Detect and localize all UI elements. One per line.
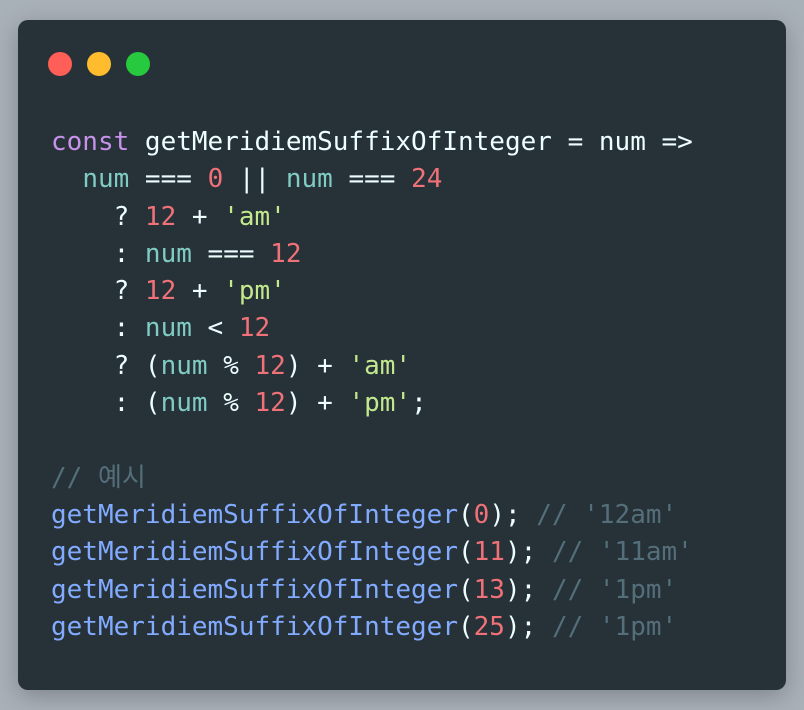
code-token: ( (458, 499, 474, 530)
code-token: : (51, 313, 145, 344)
code-line: : num === 12 (51, 236, 693, 273)
code-token: ( (458, 574, 474, 605)
code-line: ? 12 + 'am' (51, 199, 693, 236)
code-token: 0 (473, 499, 490, 530)
code-window: const getMeridiemSuffixOfInteger = num =… (18, 20, 786, 690)
code-token: ? ( (51, 350, 161, 381)
code-token: num (285, 164, 333, 195)
code-token: % (207, 350, 255, 381)
code-line: : (num % 12) + 'pm'; (51, 385, 693, 422)
code-token: < (191, 313, 239, 344)
code-token: 0 (207, 164, 224, 195)
code-token: ); (504, 574, 552, 605)
code-token: 11 (473, 537, 505, 568)
code-line: getMeridiemSuffixOfInteger(25); // '1pm' (51, 609, 693, 646)
code-token: // '11am' (551, 537, 693, 568)
code-token: + (176, 276, 224, 307)
code-line: getMeridiemSuffixOfInteger(11); // '11am… (51, 534, 693, 571)
code-token: // '1pm' (551, 611, 678, 642)
code-token: num (160, 350, 208, 381)
code-line: getMeridiemSuffixOfInteger(0); // '12am' (51, 497, 693, 534)
code-token: + (176, 201, 224, 232)
minimize-button[interactable] (87, 52, 111, 76)
code-token: getMeridiemSuffixOfInteger (51, 537, 458, 568)
code-token: ); (504, 611, 552, 642)
code-token: 12 (238, 313, 271, 344)
code-token: num (82, 164, 130, 195)
code-token: 25 (473, 611, 505, 642)
code-token: getMeridiemSuffixOfInteger (129, 127, 552, 157)
code-token: 12 (144, 276, 177, 307)
code-token: 12 (270, 238, 302, 269)
code-token: || (223, 164, 286, 195)
window-controls (48, 52, 150, 76)
code-token: 'am' (223, 201, 286, 232)
code-token: 12 (254, 350, 286, 381)
code-token: : ( (51, 388, 161, 419)
code-token: 24 (411, 164, 443, 195)
code-line: : num < 12 (51, 310, 693, 347)
code-token: ( (458, 611, 474, 642)
code-token: // '1pm' (551, 574, 678, 605)
code-line: getMeridiemSuffixOfInteger(13); // '1pm' (51, 572, 693, 609)
code-token: ); (489, 499, 537, 530)
maximize-button[interactable] (126, 52, 150, 76)
code-token: === (332, 164, 412, 195)
close-button[interactable] (48, 52, 72, 76)
code-token: const (51, 127, 130, 157)
code-token: // 예시 (51, 462, 146, 493)
code-token: 'pm' (348, 388, 412, 419)
code-token: 13 (473, 574, 505, 605)
code-token: ; (411, 388, 427, 419)
code-token: num (598, 127, 646, 157)
code-token: === (129, 164, 208, 195)
code-line: ? 12 + 'pm' (51, 273, 693, 310)
code-token: // '12am' (536, 499, 678, 530)
code-token: ( (458, 537, 474, 568)
code-token: 'am' (348, 350, 412, 381)
code-token: ) + (285, 350, 349, 381)
code-token: === (191, 238, 271, 269)
code-token: = (551, 127, 599, 157)
code-token: ) + (285, 388, 349, 419)
code-token: num (160, 388, 208, 419)
code-token: ); (504, 537, 552, 568)
code-token: getMeridiemSuffixOfInteger (51, 499, 458, 530)
code-token: % (207, 388, 255, 419)
code-line: // 예시 (51, 460, 693, 497)
code-token: 12 (254, 388, 286, 419)
code-token: => (645, 127, 693, 157)
code-token: num (144, 313, 192, 344)
code-token: num (144, 238, 192, 269)
code-line: num === 0 || num === 24 (51, 161, 693, 198)
code-token: : (51, 238, 145, 269)
code-block: const getMeridiemSuffixOfInteger = num =… (51, 124, 693, 646)
code-token: 12 (144, 201, 177, 232)
code-token: ? (51, 201, 145, 232)
code-token: 'pm' (223, 276, 286, 307)
code-line: ? (num % 12) + 'am' (51, 348, 693, 385)
code-line: const getMeridiemSuffixOfInteger = num =… (51, 124, 693, 161)
code-token: getMeridiemSuffixOfInteger (51, 574, 458, 605)
code-token: ? (51, 276, 145, 307)
code-token: getMeridiemSuffixOfInteger (51, 611, 458, 642)
